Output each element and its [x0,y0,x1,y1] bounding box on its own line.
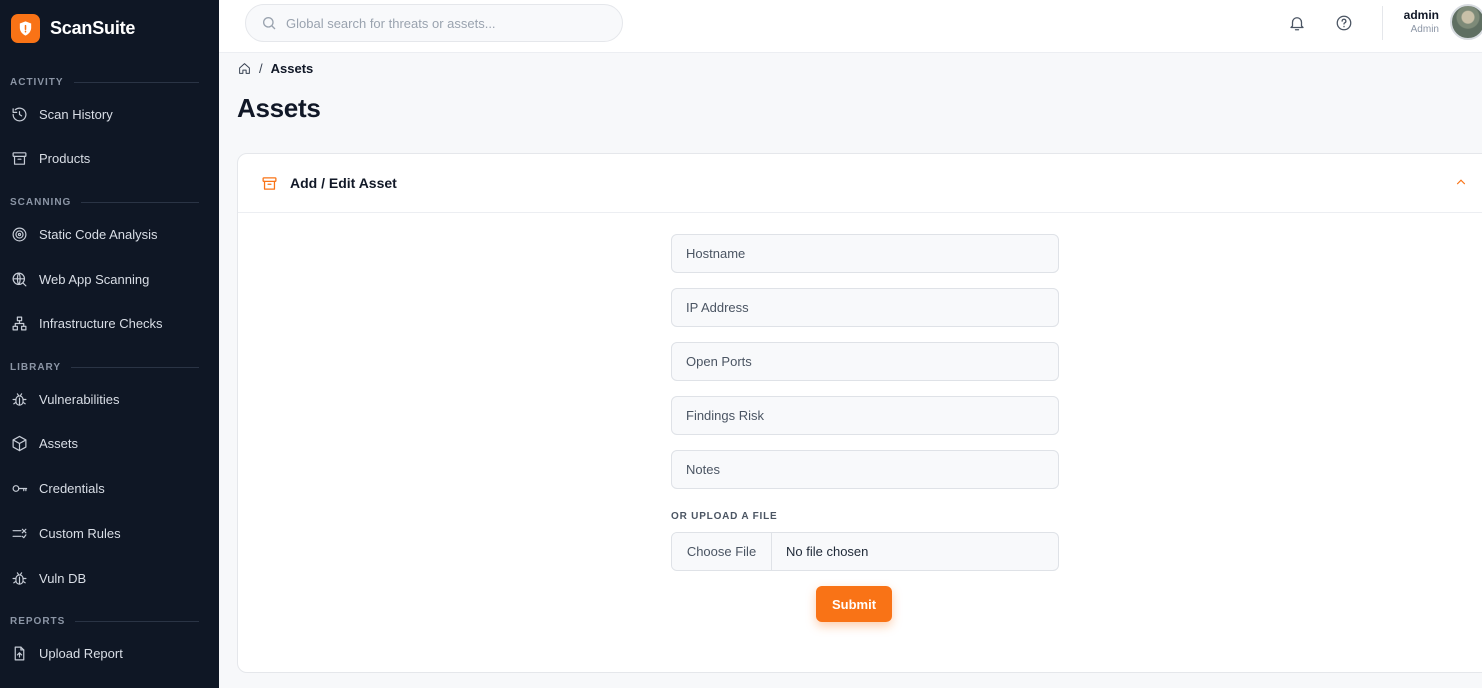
search-icon [263,17,276,30]
section-divider [73,82,199,83]
user-role: Admin [1410,24,1439,35]
history-icon [11,106,28,123]
archive-icon [262,176,277,190]
sidebar-item-label: Web App Scanning [39,271,150,287]
shield-icon [11,14,40,43]
sidebar-item-label: Scan History [39,106,113,122]
section-scanning: SCANNING [10,197,199,208]
brand[interactable]: ScanSuite [11,14,135,43]
network-icon [11,315,28,332]
findings-risk-field[interactable] [671,396,1059,435]
globe-search-icon [11,271,28,288]
card-title: Add / Edit Asset [290,175,397,191]
sidebar-item-vuln-db[interactable]: Vuln DB [11,563,211,593]
section-divider [75,621,199,622]
sidebar-item-products[interactable]: Products [11,143,211,173]
sidebar-item-label: Vulnerabilities [39,391,120,407]
sidebar-item-vulnerabilities[interactable]: Vulnerabilities [11,384,211,414]
sidebar: ScanSuite ACTIVITY Scan History Products… [0,0,219,688]
ip-address-field[interactable] [671,288,1059,327]
help-icon[interactable] [1335,14,1353,32]
bell-icon[interactable] [1288,14,1306,32]
choose-file-button[interactable]: Choose File [672,533,772,570]
brand-name: ScanSuite [50,18,136,38]
bug-icon [11,391,28,408]
page-title: Assets [237,93,321,123]
sidebar-item-label: Credentials [39,480,105,496]
target-icon [11,226,28,243]
section-label: SCANNING [10,197,72,208]
sidebar-item-label: Upload Report [39,645,123,661]
section-label: REPORTS [10,616,66,627]
submit-button[interactable]: Submit [816,586,892,622]
search-input[interactable] [286,15,606,31]
section-reports: REPORTS [10,616,199,627]
section-library: LIBRARY [10,362,199,373]
user-name: admin [1403,8,1439,22]
breadcrumb: / Assets [238,61,313,76]
sidebar-item-web-app-scanning[interactable]: Web App Scanning [11,264,211,294]
file-status: No file chosen [786,544,869,559]
sidebar-item-label: Assets [39,435,79,451]
home-icon[interactable] [238,62,251,75]
divider [1382,6,1383,40]
sidebar-item-label: Static Code Analysis [39,226,158,242]
user-menu[interactable]: admin Admin [1404,8,1439,36]
upload-label: OR UPLOAD A FILE [671,511,778,522]
section-activity: ACTIVITY [10,77,199,88]
sidebar-item-infrastructure-checks[interactable]: Infrastructure Checks [11,308,211,338]
section-label: ACTIVITY [10,77,64,88]
sidebar-item-label: Custom Rules [39,525,121,541]
file-upload-icon [11,645,28,662]
section-divider [81,202,199,203]
avatar[interactable] [1450,4,1482,40]
sidebar-item-custom-rules[interactable]: Custom Rules [11,518,211,548]
bug-icon [11,570,28,587]
sidebar-item-scan-history[interactable]: Scan History [11,99,211,129]
sidebar-item-credentials[interactable]: Credentials [11,473,211,503]
breadcrumb-current: Assets [270,61,314,76]
asset-form-card: Add / Edit Asset OR UPLOAD A FILE Choose… [237,153,1482,673]
global-search[interactable] [245,4,623,42]
file-upload-input[interactable]: Choose File No file chosen [671,532,1059,571]
sidebar-item-static-code-analysis[interactable]: Static Code Analysis [11,219,211,249]
sidebar-item-upload-report[interactable]: Upload Report [11,638,211,668]
breadcrumb-separator: / [259,61,263,76]
key-icon [11,480,28,497]
section-label: LIBRARY [10,362,62,373]
top-bar: admin Admin [219,0,1482,53]
list-check-icon [11,525,28,542]
sidebar-item-label: Products [39,150,91,166]
sidebar-item-label: Infrastructure Checks [39,315,163,331]
section-divider [71,367,199,368]
hostname-field[interactable] [671,234,1059,273]
notes-field[interactable] [671,450,1059,489]
sidebar-item-assets[interactable]: Assets [11,428,211,458]
cube-icon [11,435,28,452]
sidebar-item-label: Vuln DB [39,570,87,586]
open-ports-field[interactable] [671,342,1059,381]
chevron-up-icon[interactable] [1454,175,1468,189]
archive-icon [11,150,28,167]
card-header[interactable]: Add / Edit Asset [238,154,1482,213]
